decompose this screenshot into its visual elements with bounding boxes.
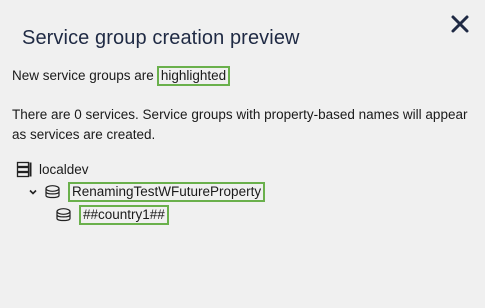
highlight-example: highlighted — [156, 66, 231, 86]
tree-node-root-label: localdev — [39, 162, 89, 177]
tree-node-root[interactable]: localdev — [16, 161, 89, 178]
tree-node-child[interactable]: ##country1## — [55, 205, 169, 225]
tree-node-group[interactable]: RenamingTestWFutureProperty — [28, 182, 266, 202]
intro-text: New service groups are highlighted — [12, 66, 231, 86]
server-stack-icon — [16, 161, 32, 178]
tree-node-child-label: ##country1## — [79, 205, 169, 225]
layers-icon — [45, 184, 60, 198]
layers-icon — [56, 207, 71, 221]
tree-node-group-label: RenamingTestWFutureProperty — [68, 182, 266, 202]
close-icon[interactable] — [448, 12, 472, 36]
description-text: There are 0 services. Service groups wit… — [12, 107, 468, 142]
chevron-down-icon[interactable] — [28, 187, 38, 197]
intro-prefix: New service groups are — [12, 68, 154, 83]
dialog-title: Service group creation preview — [22, 27, 300, 49]
service-group-preview-dialog: Service group creation preview New servi… — [0, 0, 485, 308]
